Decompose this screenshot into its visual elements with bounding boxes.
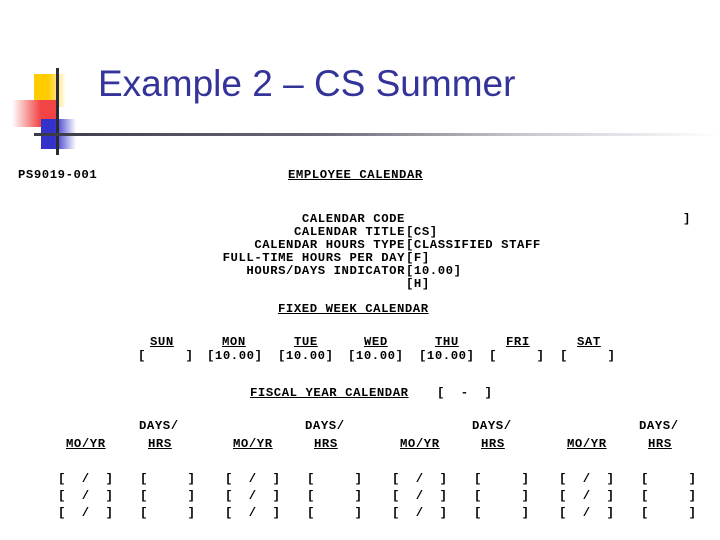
fiscal-year-moyr-field[interactable]: [ / ] <box>559 490 615 503</box>
fiscal-year-calendar-heading: FISCAL YEAR CALENDAR <box>250 386 409 400</box>
fiscal-year-moyr-field[interactable]: [ / ] <box>58 490 114 503</box>
fiscal-year-moyr-field[interactable]: [ / ] <box>58 507 114 520</box>
fiscal-year-hrs-field[interactable]: [ ] <box>474 473 530 486</box>
fixed-week-day-value[interactable]: [10.00] <box>278 350 334 363</box>
fiscal-year-moyr-header: MO/YR <box>233 437 273 451</box>
fiscal-year-moyr-field[interactable]: [ / ] <box>559 507 615 520</box>
fiscal-year-hrs-header: HRS <box>314 437 338 451</box>
fiscal-year-moyr-field[interactable]: [ / ] <box>559 473 615 486</box>
page-title: Example 2 – CS Summer <box>98 63 516 104</box>
fiscal-year-days-header: DAYS/ <box>472 419 512 433</box>
field-value-calendar-title-close: ] <box>683 212 691 226</box>
fixed-week-day-header: THU <box>435 335 459 349</box>
fiscal-year-moyr-field[interactable]: [ / ] <box>392 490 448 503</box>
field-value-hours-days-indicator[interactable]: [H] <box>406 278 430 291</box>
fiscal-year-days-header: DAYS/ <box>639 419 679 433</box>
fiscal-year-hrs-field[interactable]: [ ] <box>307 507 363 520</box>
fixed-week-day-value[interactable]: [ ] <box>560 350 616 363</box>
fiscal-year-hrs-field[interactable]: [ ] <box>474 490 530 503</box>
fiscal-year-hrs-field[interactable]: [ ] <box>140 473 196 486</box>
field-label-hours-days-indicator: HOURS/DAYS INDICATOR <box>246 264 405 278</box>
fiscal-year-moyr-field[interactable]: [ / ] <box>225 507 281 520</box>
decorative-horizontal-rule <box>34 133 720 136</box>
fixed-week-day-header: FRI <box>506 335 530 349</box>
fiscal-year-moyr-field[interactable]: [ / ] <box>392 507 448 520</box>
fiscal-year-hrs-field[interactable]: [ ] <box>140 507 196 520</box>
fixed-week-day-header: SAT <box>577 335 601 349</box>
fiscal-year-moyr-field[interactable]: [ / ] <box>58 473 114 486</box>
fiscal-year-moyr-header: MO/YR <box>400 437 440 451</box>
fiscal-year-hrs-field[interactable]: [ ] <box>140 490 196 503</box>
fixed-week-day-value[interactable]: [10.00] <box>419 350 475 363</box>
fixed-week-day-value[interactable]: [10.00] <box>348 350 404 363</box>
fixed-week-day-header: SUN <box>150 335 174 349</box>
fiscal-year-range-field[interactable]: [ - ] <box>437 387 493 400</box>
fiscal-year-moyr-field[interactable]: [ / ] <box>225 490 281 503</box>
fiscal-year-days-header: DAYS/ <box>139 419 179 433</box>
decorative-vertical-rule <box>56 68 59 155</box>
fiscal-year-hrs-header: HRS <box>481 437 505 451</box>
fixed-week-day-header: TUE <box>294 335 318 349</box>
fixed-week-day-value[interactable]: [10.00] <box>207 350 263 363</box>
fiscal-year-hrs-field[interactable]: [ ] <box>641 490 697 503</box>
fiscal-year-hrs-header: HRS <box>148 437 172 451</box>
fixed-week-calendar-heading: FIXED WEEK CALENDAR <box>278 302 429 316</box>
fiscal-year-days-header: DAYS/ <box>305 419 345 433</box>
fiscal-year-moyr-field[interactable]: [ / ] <box>392 473 448 486</box>
fiscal-year-moyr-field[interactable]: [ / ] <box>225 473 281 486</box>
fixed-week-day-header: WED <box>364 335 388 349</box>
fiscal-year-hrs-field[interactable]: [ ] <box>307 490 363 503</box>
fiscal-year-hrs-field[interactable]: [ ] <box>307 473 363 486</box>
slide-title-block: Example 2 – CS Summer <box>0 60 720 155</box>
fiscal-year-hrs-header: HRS <box>648 437 672 451</box>
fiscal-year-moyr-header: MO/YR <box>66 437 106 451</box>
fixed-week-day-header: MON <box>222 335 246 349</box>
screen-id-label: PS9019-001 <box>18 168 98 182</box>
fixed-week-day-value[interactable]: [ ] <box>489 350 545 363</box>
fixed-week-day-value[interactable]: [ ] <box>138 350 194 363</box>
fiscal-year-hrs-field[interactable]: [ ] <box>641 507 697 520</box>
field-row: HOURS/DAYS INDICATOR [H] <box>0 252 429 304</box>
fiscal-year-hrs-field[interactable]: [ ] <box>641 473 697 486</box>
screen-heading: EMPLOYEE CALENDAR <box>288 168 423 182</box>
fiscal-year-hrs-field[interactable]: [ ] <box>474 507 530 520</box>
fiscal-year-moyr-header: MO/YR <box>567 437 607 451</box>
terminal-screen: PS9019-001 EMPLOYEE CALENDAR CALENDAR CO… <box>0 160 720 540</box>
